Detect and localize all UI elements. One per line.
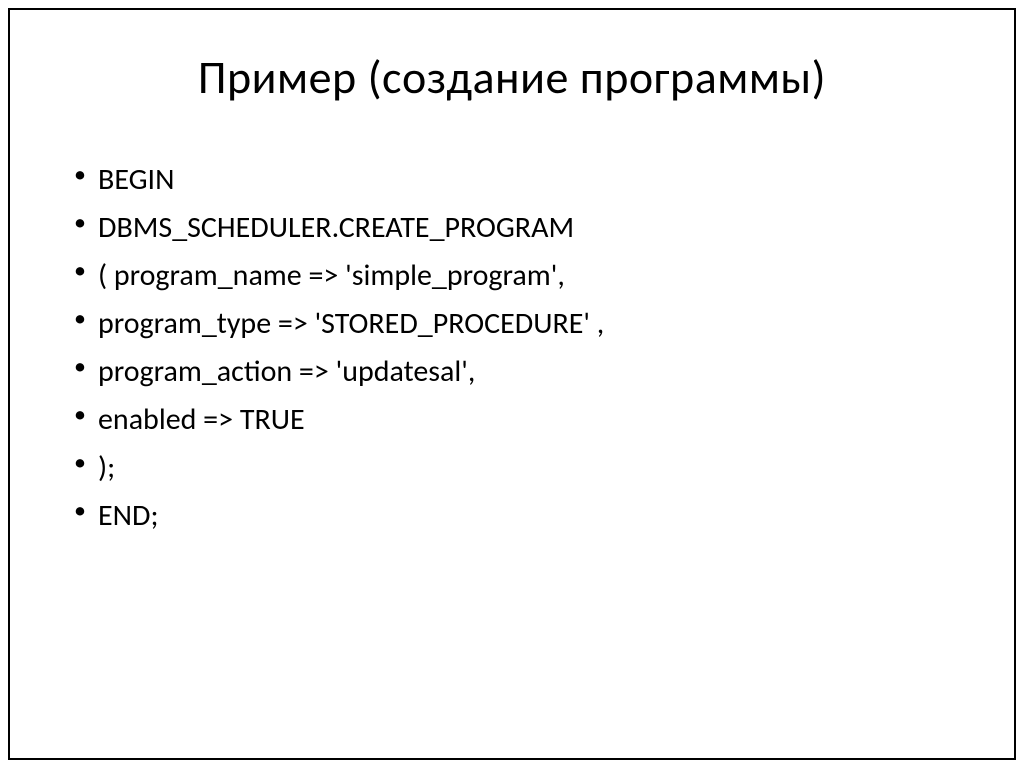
- list-item: program_type => 'STORED_PROCEDURE' ,: [74, 300, 974, 348]
- list-item: DBMS_SCHEDULER.CREATE_PROGRAM: [74, 204, 974, 252]
- list-item: enabled => TRUE: [74, 396, 974, 444]
- slide-content: Пример (создание программы) BEGIN DBMS_S…: [10, 10, 1014, 758]
- list-item: END;: [74, 492, 974, 540]
- bullet-list: BEGIN DBMS_SCHEDULER.CREATE_PROGRAM ( pr…: [50, 156, 974, 540]
- slide-title: Пример (создание программы): [50, 50, 974, 106]
- list-item: );: [74, 444, 974, 492]
- list-item: program_action => 'updatesal',: [74, 348, 974, 396]
- list-item: ( program_name => 'simple_program',: [74, 252, 974, 300]
- list-item: BEGIN: [74, 156, 974, 204]
